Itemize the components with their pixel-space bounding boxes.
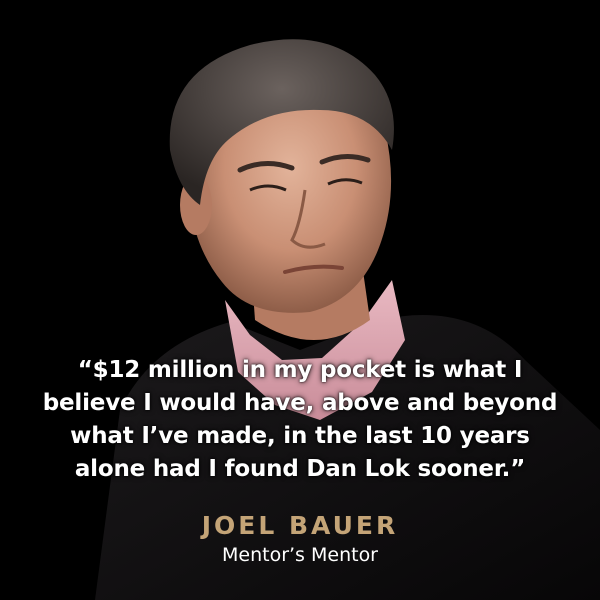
- quote-line: alone had I found Dan Lok sooner.”: [74, 456, 526, 482]
- testimonial-card: “$12 million in my pocket is what I beli…: [0, 0, 600, 600]
- author-name: JOEL BAUER: [201, 511, 399, 540]
- quote-line: believe I would have, above and beyond: [42, 390, 558, 416]
- testimonial-quote: “$12 million in my pocket is what I beli…: [0, 354, 600, 486]
- quote-line: “$12 million in my pocket is what I: [77, 357, 523, 383]
- quote-line: what I’ve made, in the last 10 years: [70, 423, 530, 449]
- portrait-photo: [95, 39, 600, 600]
- author-role: Mentor’s Mentor: [222, 544, 378, 566]
